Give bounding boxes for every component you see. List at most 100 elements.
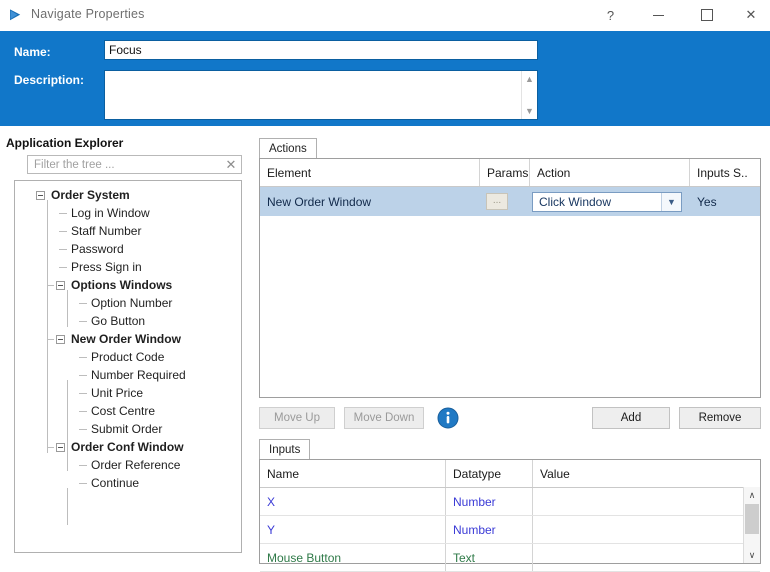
tree-item-label: Product Code bbox=[91, 350, 165, 364]
name-input[interactable] bbox=[104, 40, 538, 60]
tree-item-label: Staff Number bbox=[71, 224, 142, 238]
help-button[interactable]: ? bbox=[588, 0, 633, 30]
tree-item-label: Continue bbox=[91, 476, 140, 490]
maximize-button[interactable] bbox=[684, 0, 729, 30]
tree-guide-line bbox=[47, 200, 48, 453]
description-scrollbar[interactable]: ▲ ▼ bbox=[521, 71, 537, 119]
collapse-toggle-icon[interactable] bbox=[56, 281, 65, 290]
collapse-toggle-icon[interactable] bbox=[36, 191, 45, 200]
tree-item[interactable]: Password bbox=[15, 240, 241, 258]
tree-item[interactable]: Submit Order bbox=[15, 420, 241, 438]
tree-item[interactable]: Continue bbox=[15, 474, 241, 492]
inputs-row[interactable]: Y Number bbox=[260, 516, 760, 544]
description-textarea[interactable] bbox=[105, 71, 521, 119]
action-combobox[interactable]: Click Window ▼ bbox=[532, 191, 682, 212]
scroll-up-icon[interactable]: ▲ bbox=[522, 72, 537, 86]
tree-guide-line bbox=[79, 483, 87, 484]
tab-inputs[interactable]: Inputs bbox=[259, 439, 311, 459]
tree-guide-line bbox=[67, 290, 68, 327]
tree-item-label: Number Required bbox=[91, 368, 186, 382]
column-header-inputs-supplied[interactable]: Inputs S.. bbox=[690, 159, 760, 186]
tree-guide-line bbox=[67, 380, 68, 471]
column-header-element[interactable]: Element bbox=[260, 159, 480, 186]
scroll-down-icon[interactable]: ∨ bbox=[744, 547, 760, 563]
cell-input-datatype: Text bbox=[446, 544, 533, 571]
navigate-properties-window: Navigate Properties ? ✕ Name: Descriptio… bbox=[0, 0, 770, 572]
tree-item-label: Order System bbox=[51, 188, 130, 202]
cell-input-value[interactable] bbox=[533, 544, 760, 571]
inputs-row[interactable]: X Number bbox=[260, 488, 760, 516]
close-button[interactable]: ✕ bbox=[732, 0, 770, 30]
tree-item[interactable]: Log in Window bbox=[15, 204, 241, 222]
collapse-toggle-icon[interactable] bbox=[56, 443, 65, 452]
tree-item[interactable]: Options Windows bbox=[15, 276, 241, 294]
tree-item[interactable]: Cost Centre bbox=[15, 402, 241, 420]
tree-item-label: Submit Order bbox=[91, 422, 163, 436]
tree-item[interactable]: Product Code bbox=[15, 348, 241, 366]
remove-label: Remove bbox=[698, 412, 742, 424]
tree-item[interactable]: Option Number bbox=[15, 294, 241, 312]
scroll-down-icon[interactable]: ▼ bbox=[522, 104, 537, 118]
add-button[interactable]: Add bbox=[592, 407, 670, 429]
tree-filter-box[interactable]: ✕ bbox=[27, 155, 242, 174]
move-down-button[interactable]: Move Down bbox=[344, 407, 424, 429]
tree-item-label: Press Sign in bbox=[71, 260, 142, 274]
tree-guide-line bbox=[47, 447, 54, 448]
tree-item[interactable]: Order Reference bbox=[15, 456, 241, 474]
move-up-label: Move Up bbox=[273, 412, 321, 424]
cell-inputs-supplied: Yes bbox=[697, 194, 717, 209]
application-tree: Order System Log in Window Staff Number Pas… bbox=[15, 181, 241, 525]
tree-filter-input[interactable] bbox=[28, 158, 221, 171]
tree-item[interactable]: Unit Price bbox=[15, 384, 241, 402]
tree-item[interactable]: Order System bbox=[15, 186, 241, 204]
minimize-button[interactable] bbox=[636, 0, 681, 30]
column-header-value[interactable]: Value bbox=[533, 460, 760, 487]
column-header-params[interactable]: Params bbox=[480, 159, 530, 186]
collapse-toggle-icon[interactable] bbox=[56, 335, 65, 344]
cell-input-value[interactable] bbox=[533, 516, 760, 543]
application-tree-panel[interactable]: Order System Log in Window Staff Number Pas… bbox=[14, 180, 242, 553]
cell-input-datatype: Number bbox=[446, 488, 533, 515]
tree-item-label: Options Windows bbox=[71, 278, 173, 292]
cell-input-value[interactable] bbox=[533, 488, 760, 515]
clear-filter-icon[interactable]: ✕ bbox=[221, 156, 241, 173]
navigate-play-icon bbox=[8, 7, 26, 23]
chevron-down-icon[interactable]: ▼ bbox=[661, 192, 681, 211]
inputs-scrollbar[interactable]: ∧ ∨ bbox=[743, 487, 760, 563]
inputs-header-row: Name Datatype Value bbox=[260, 460, 760, 488]
tree-item-label: Order Conf Window bbox=[71, 440, 184, 454]
remove-button[interactable]: Remove bbox=[679, 407, 761, 429]
tree-item-label: Cost Centre bbox=[91, 404, 156, 418]
tab-actions-label: Actions bbox=[269, 142, 307, 155]
help-icon: ? bbox=[606, 7, 615, 23]
tab-actions[interactable]: Actions bbox=[259, 138, 317, 158]
inputs-grid[interactable]: Name Datatype Value X Number Y Number Mouse … bbox=[259, 459, 761, 572]
scroll-up-icon[interactable]: ∧ bbox=[744, 487, 760, 503]
info-circle-icon[interactable] bbox=[437, 407, 459, 429]
column-header-name[interactable]: Name bbox=[260, 460, 446, 487]
tree-item[interactable]: Press Sign in bbox=[15, 258, 241, 276]
move-up-button[interactable]: Move Up bbox=[259, 407, 335, 429]
actions-row[interactable]: New Order Window ... Click Window ▼ Yes bbox=[260, 187, 760, 216]
minimize-icon bbox=[653, 14, 664, 16]
tree-item-label: Log in Window bbox=[71, 206, 150, 220]
cell-input-name: Y bbox=[260, 516, 446, 543]
cell-input-datatype: Number bbox=[446, 516, 533, 543]
tree-item-label: Option Number bbox=[91, 296, 173, 310]
tree-item[interactable]: Number Required bbox=[15, 366, 241, 384]
add-label: Add bbox=[620, 412, 642, 424]
scrollbar-thumb[interactable] bbox=[745, 504, 759, 534]
tree-item[interactable]: Order Conf Window bbox=[15, 438, 241, 456]
params-ellipsis-button[interactable]: ... bbox=[486, 193, 508, 210]
column-header-datatype[interactable]: Datatype bbox=[446, 460, 533, 487]
tree-item-label: Unit Price bbox=[91, 386, 144, 400]
inputs-body: X Number Y Number Mouse Button Text bbox=[260, 488, 760, 572]
actions-header-row: Element Params Action Inputs S.. bbox=[260, 159, 760, 187]
tree-guide-line bbox=[79, 357, 87, 358]
tree-item[interactable]: Staff Number bbox=[15, 222, 241, 240]
actions-grid[interactable]: Element Params Action Inputs S.. New Ord… bbox=[259, 158, 761, 398]
tree-item[interactable]: Go Button bbox=[15, 312, 241, 330]
column-header-action[interactable]: Action bbox=[530, 159, 690, 186]
tree-guide-line bbox=[79, 303, 87, 304]
tree-item[interactable]: New Order Window bbox=[15, 330, 241, 348]
